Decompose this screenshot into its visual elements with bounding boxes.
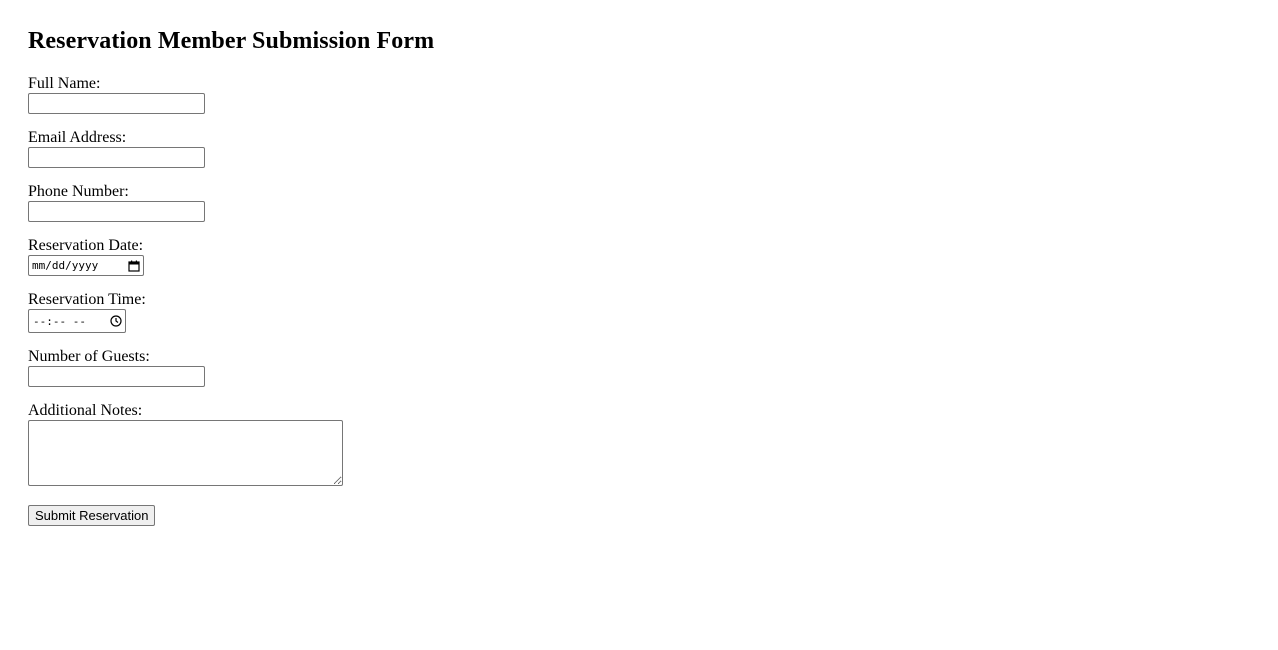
phone-label: Phone Number: bbox=[28, 183, 129, 200]
reservation-form: Full Name: Email Address: Phone Number: … bbox=[28, 75, 1278, 526]
notes-field: Additional Notes: bbox=[28, 402, 1278, 486]
reservation-time-input[interactable]: --:-- -- bbox=[28, 309, 126, 333]
guests-label: Number of Guests: bbox=[28, 348, 150, 365]
phone-field: Phone Number: bbox=[28, 183, 1278, 222]
email-label: Email Address: bbox=[28, 129, 127, 146]
date-placeholder: mm/dd/yyyy bbox=[32, 259, 99, 272]
full-name-input[interactable] bbox=[28, 93, 205, 114]
guests-input[interactable] bbox=[28, 366, 205, 387]
time-label: Reservation Time: bbox=[28, 291, 146, 308]
email-field: Email Address: bbox=[28, 129, 1278, 168]
submit-reservation-button[interactable]: Submit Reservation bbox=[28, 505, 156, 526]
clock-icon[interactable] bbox=[110, 315, 122, 327]
reservation-date-input[interactable]: mm/dd/yyyy bbox=[28, 255, 144, 276]
calendar-icon[interactable] bbox=[128, 260, 140, 272]
date-label: Reservation Date: bbox=[28, 237, 144, 254]
notes-textarea[interactable] bbox=[28, 420, 343, 486]
time-field: Reservation Time: --:-- -- bbox=[28, 291, 1278, 333]
date-field: Reservation Date: mm/dd/yyyy bbox=[28, 237, 1278, 276]
page-title: Reservation Member Submission Form bbox=[28, 28, 435, 54]
guests-field: Number of Guests: bbox=[28, 348, 1278, 387]
time-placeholder: --:-- -- bbox=[33, 314, 86, 328]
notes-label: Additional Notes: bbox=[28, 402, 143, 419]
full-name-field: Full Name: bbox=[28, 75, 1278, 114]
full-name-label: Full Name: bbox=[28, 75, 101, 92]
page: Reservation Member Submission Form Full … bbox=[0, 0, 1278, 650]
email-input[interactable] bbox=[28, 147, 205, 168]
phone-input[interactable] bbox=[28, 201, 205, 222]
